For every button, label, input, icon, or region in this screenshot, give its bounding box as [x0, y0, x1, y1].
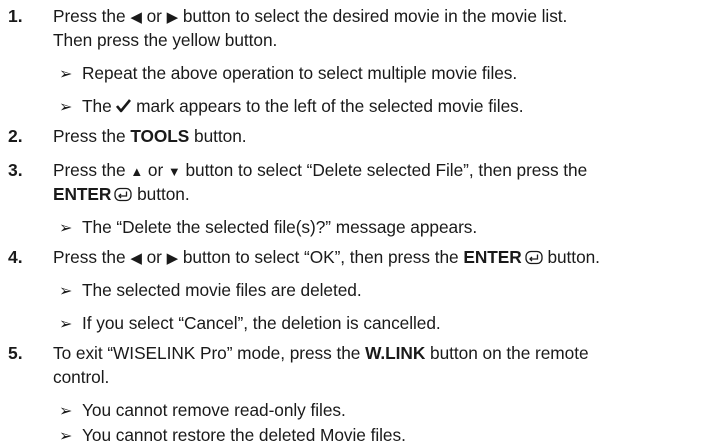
step-4-note-2: ➢ If you select “Cancel”, the deletion is… — [59, 312, 441, 336]
step-3-text-b: or — [143, 160, 168, 180]
step-5-text-a: To exit “WISELINK Pro” mode, press the — [53, 343, 366, 363]
right-triangle-icon: ▶ — [166, 9, 179, 26]
left-triangle-icon: ◀ — [130, 9, 142, 26]
note-arrow-icon: ➢ — [59, 403, 73, 420]
step-1-text-c: button to select the desired movie in th… — [178, 6, 568, 26]
instruction-page: 1. Press the ◀ or ▶ button to select the… — [0, 0, 718, 447]
enter-icon — [114, 187, 132, 202]
step-1-text-a: Press the — [53, 6, 131, 26]
step-5-note-2: ➢ You cannot restore the deleted Movie fi… — [59, 424, 406, 448]
step-5-line-2: control. — [53, 367, 110, 387]
step-5-note-2-text: You cannot restore the deleted Movie fil… — [82, 425, 406, 445]
step-3-text-a: Press the — [53, 160, 131, 180]
step-4-note-2-text: If you select “Cancel”, the deletion is … — [82, 313, 441, 333]
step-4-note-1: ➢ The selected movie files are deleted. — [59, 279, 362, 303]
step-2-text-a: Press the — [53, 126, 131, 146]
step-2-text-c: button. — [189, 126, 247, 146]
note-arrow-icon: ➢ — [59, 428, 73, 445]
step-3-text-c2: button. — [132, 184, 190, 204]
note-arrow-icon: ➢ — [59, 66, 73, 83]
step-1-note-1-text: Repeat the above operation to select mul… — [82, 63, 518, 83]
step-1-line-1: Press the ◀ or ▶ button to select the de… — [53, 5, 567, 29]
step-1-note-2: ➢ The mark appears to the left of the sel… — [59, 95, 524, 119]
step-4-text-c: button to select “OK”, then press the — [178, 247, 464, 267]
step-5-line-1: To exit “WISELINK Pro” mode, press the W… — [53, 342, 589, 364]
enter-button-label: ENTER — [463, 247, 522, 267]
step-1-note-1: ➢ Repeat the above operation to select mu… — [59, 62, 517, 86]
step-4-text-b: or — [141, 247, 167, 267]
note-arrow-icon: ➢ — [59, 283, 73, 300]
tools-button-label: TOOLS — [130, 126, 190, 146]
step-5-note-1-text: You cannot remove read-only files. — [82, 400, 346, 420]
step-1-note-2-text-a: The — [82, 96, 117, 116]
step-3-note-1-text: The “Delete the selected file(s)?” messa… — [82, 217, 478, 237]
note-arrow-icon: ➢ — [59, 316, 73, 333]
step-3-number: 3. — [8, 160, 23, 180]
step-5-number: 5. — [8, 343, 23, 363]
right-triangle-icon: ▶ — [166, 250, 179, 267]
down-triangle-icon: ▼ — [167, 164, 181, 179]
note-arrow-icon: ➢ — [59, 99, 73, 116]
step-3-note-1: ➢ The “Delete the selected file(s)?” mess… — [59, 216, 477, 240]
step-4-text-d: button. — [542, 247, 600, 267]
step-1-number: 1. — [8, 6, 23, 26]
step-2-number: 2. — [8, 126, 23, 146]
step-1-note-2-text-b: mark appears to the left of the selected… — [131, 96, 524, 116]
step-1-line-2: Then press the yellow button. — [53, 30, 278, 50]
step-4-text-a: Press the — [53, 247, 131, 267]
enter-icon — [525, 250, 543, 265]
enter-button-label: ENTER — [53, 184, 112, 204]
note-arrow-icon: ➢ — [59, 220, 73, 237]
step-5-note-1: ➢ You cannot remove read-only files. — [59, 399, 346, 423]
step-1-text-b: or — [141, 6, 167, 26]
up-triangle-icon: ▲ — [130, 164, 144, 179]
wlink-button-label: W.LINK — [365, 343, 426, 363]
step-2-line-1: Press the TOOLS button. — [53, 125, 247, 147]
step-3-line-2: ENTER button. — [53, 183, 190, 205]
step-3-text-c: button to select “Delete selected File”,… — [180, 160, 588, 180]
step-5-text-c: button on the remote — [425, 343, 589, 363]
step-4-number: 4. — [8, 247, 23, 267]
left-triangle-icon: ◀ — [130, 250, 142, 267]
step-4-note-1-text: The selected movie files are deleted. — [82, 280, 362, 300]
step-3-line-1: Press the ▲ or ▼ button to select “Delet… — [53, 159, 587, 183]
check-mark-icon — [116, 99, 132, 113]
step-4-line-1: Press the ◀ or ▶ button to select “OK”, … — [53, 246, 600, 270]
